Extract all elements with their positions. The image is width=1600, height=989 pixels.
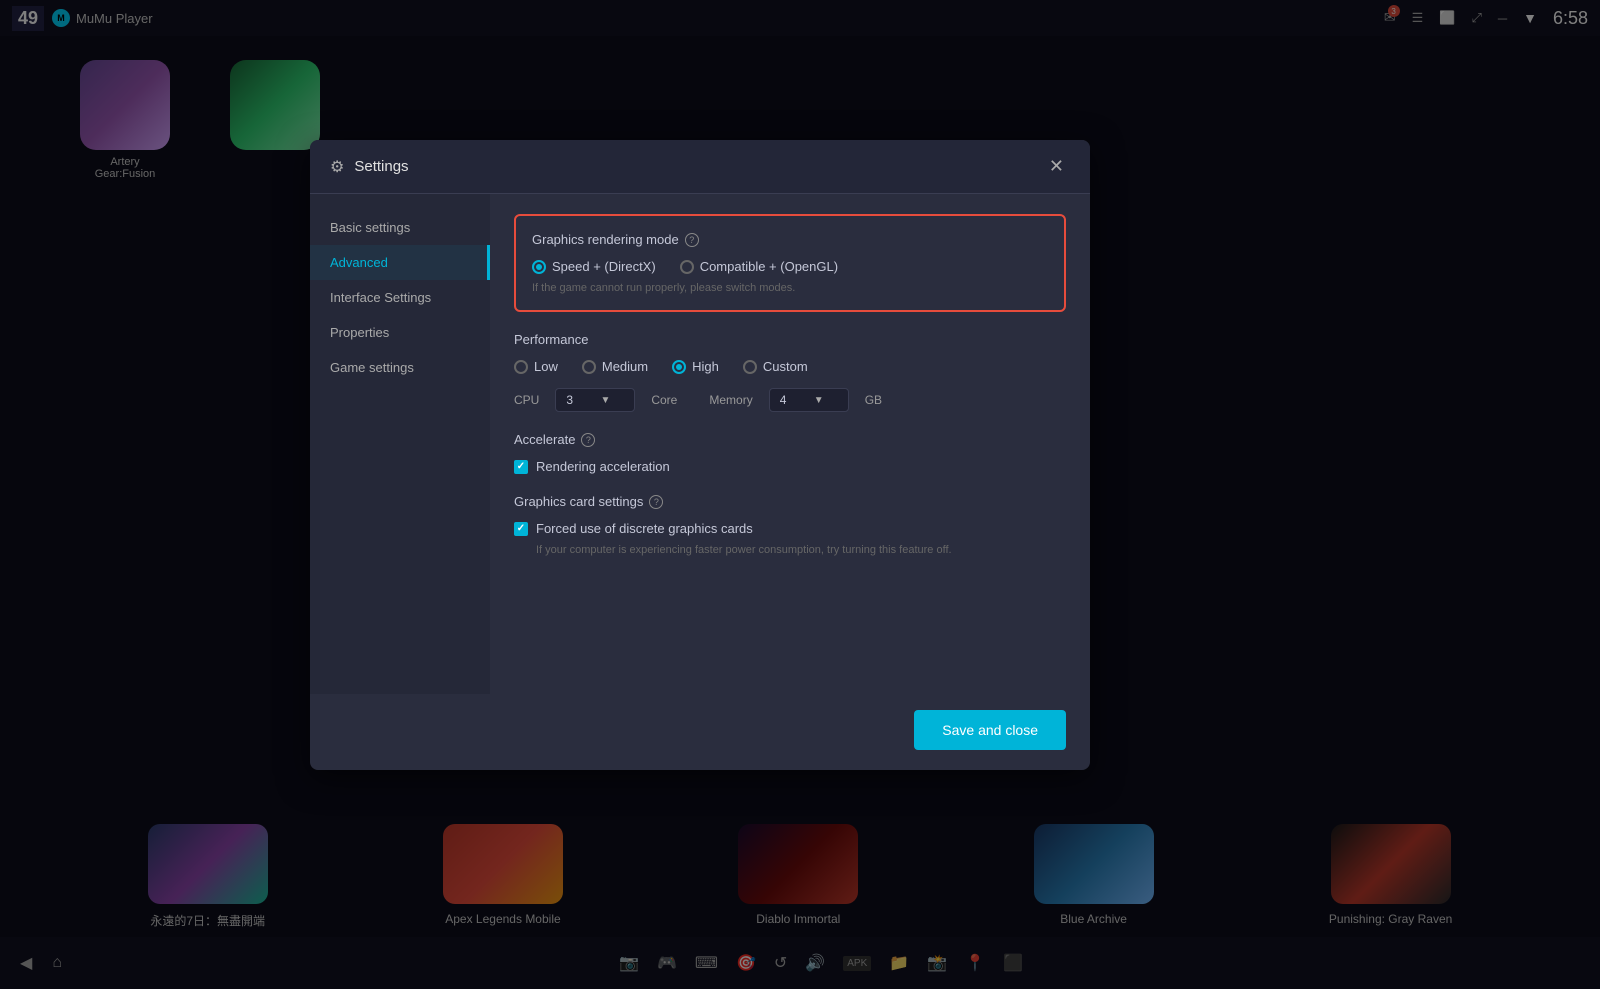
- radio-label-speed: Speed + (DirectX): [552, 259, 656, 274]
- graphics-card-hint: If your computer is experiencing faster …: [514, 544, 1066, 556]
- cpu-dropdown-arrow: ▼: [600, 395, 610, 406]
- sidebar-item-basic[interactable]: Basic settings: [310, 210, 490, 245]
- dialog-footer: Save and close: [310, 694, 1090, 770]
- dialog-sidebar: Basic settings Advanced Interface Settin…: [310, 194, 490, 694]
- memory-dropdown-arrow: ▼: [814, 395, 824, 406]
- dialog-titlebar: ⚙ Settings ✕: [310, 140, 1090, 194]
- gb-label: GB: [865, 393, 882, 407]
- radio-circle-low: [514, 360, 528, 374]
- memory-value: 4: [780, 393, 787, 407]
- radio-circle-custom: [743, 360, 757, 374]
- dialog-body: Basic settings Advanced Interface Settin…: [310, 194, 1090, 694]
- radio-custom[interactable]: Custom: [743, 359, 808, 374]
- radio-high[interactable]: High: [672, 359, 719, 374]
- discrete-graphics-checkbox[interactable]: Forced use of discrete graphics cards: [514, 521, 1066, 536]
- performance-options: Low Medium High Custom: [514, 359, 1066, 374]
- cpu-label: CPU: [514, 393, 539, 407]
- desktop: 49 M MuMu Player ✉ 3 ☰ ⬜ ⤢ ─ ▼ 6:58 Arte…: [0, 0, 1600, 989]
- rendering-acceleration-label: Rendering acceleration: [536, 459, 670, 474]
- radio-label-custom: Custom: [763, 359, 808, 374]
- dialog-title: Settings: [354, 158, 408, 175]
- cpu-memory-row: CPU 3 ▼ Core Memory 4 ▼ GB: [514, 388, 1066, 412]
- rendering-mode-hint: If the game cannot run properly, please …: [532, 282, 1048, 294]
- accelerate-title: Accelerate ?: [514, 432, 1066, 447]
- radio-label-compatible: Compatible + (OpenGL): [700, 259, 838, 274]
- save-close-button[interactable]: Save and close: [914, 710, 1066, 750]
- radio-circle-high: [672, 360, 686, 374]
- cpu-select[interactable]: 3 ▼: [555, 388, 635, 412]
- radio-label-high: High: [692, 359, 719, 374]
- graphics-card-section: Graphics card settings ? Forced use of d…: [514, 494, 1066, 556]
- rendering-acceleration-checkmark: [514, 460, 528, 474]
- sidebar-item-advanced[interactable]: Advanced: [310, 245, 490, 280]
- sidebar-item-properties[interactable]: Properties: [310, 315, 490, 350]
- radio-label-low: Low: [534, 359, 558, 374]
- accelerate-info-icon[interactable]: ?: [581, 433, 595, 447]
- rendering-mode-options: Speed + (DirectX) Compatible + (OpenGL): [532, 259, 1048, 274]
- dialog-title-left: ⚙ Settings: [330, 157, 409, 177]
- rendering-mode-box: Graphics rendering mode ? Speed + (Direc…: [514, 214, 1066, 312]
- rendering-mode-info-icon[interactable]: ?: [685, 233, 699, 247]
- discrete-graphics-checkmark: [514, 522, 528, 536]
- radio-circle-speed: [532, 260, 546, 274]
- dialog-close-button[interactable]: ✕: [1043, 154, 1070, 179]
- radio-low[interactable]: Low: [514, 359, 558, 374]
- rendering-acceleration-checkbox[interactable]: Rendering acceleration: [514, 459, 1066, 474]
- sidebar-item-game[interactable]: Game settings: [310, 350, 490, 385]
- performance-section: Performance Low Medium Hig: [514, 332, 1066, 412]
- sidebar-item-interface[interactable]: Interface Settings: [310, 280, 490, 315]
- radio-speed-directx[interactable]: Speed + (DirectX): [532, 259, 656, 274]
- dialog-main: Graphics rendering mode ? Speed + (Direc…: [490, 194, 1090, 694]
- memory-select[interactable]: 4 ▼: [769, 388, 849, 412]
- core-label: Core: [651, 393, 677, 407]
- radio-medium[interactable]: Medium: [582, 359, 648, 374]
- discrete-graphics-label: Forced use of discrete graphics cards: [536, 521, 753, 536]
- rendering-mode-title: Graphics rendering mode ?: [532, 232, 1048, 247]
- radio-label-medium: Medium: [602, 359, 648, 374]
- graphics-card-title: Graphics card settings ?: [514, 494, 1066, 509]
- radio-circle-compatible: [680, 260, 694, 274]
- cpu-value: 3: [566, 393, 573, 407]
- memory-label: Memory: [709, 393, 752, 407]
- performance-title: Performance: [514, 332, 1066, 347]
- radio-compatible-opengl[interactable]: Compatible + (OpenGL): [680, 259, 838, 274]
- accelerate-section: Accelerate ? Rendering acceleration: [514, 432, 1066, 474]
- settings-dialog: ⚙ Settings ✕ Basic settings Advanced Int…: [310, 140, 1090, 770]
- radio-circle-medium: [582, 360, 596, 374]
- gear-icon: ⚙: [330, 157, 344, 177]
- graphics-card-info-icon[interactable]: ?: [649, 495, 663, 509]
